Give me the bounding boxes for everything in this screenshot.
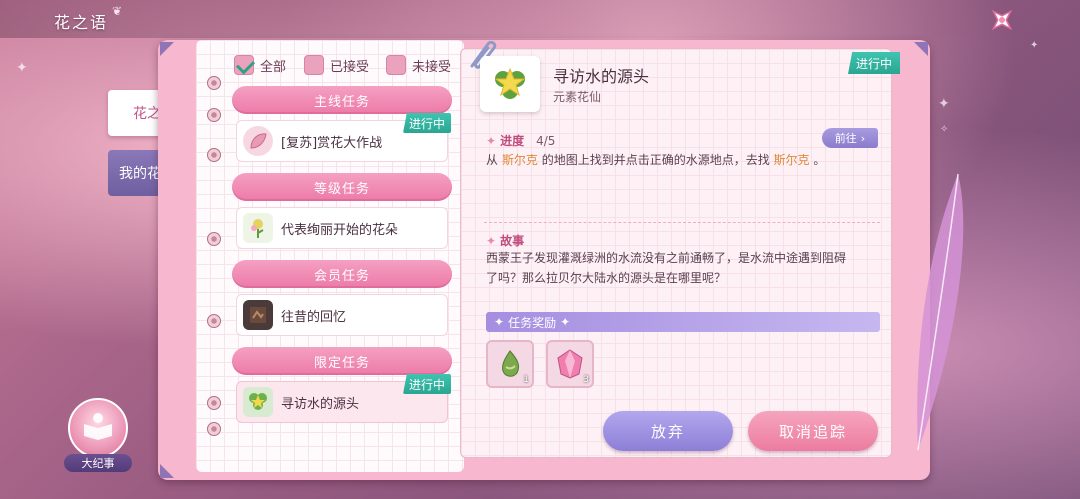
goto-label: 前往 <box>834 132 857 145</box>
story-label: 故事 <box>500 234 525 248</box>
close-icon <box>991 9 1013 31</box>
status-badge: 进行中 <box>402 113 451 133</box>
goto-button[interactable]: 前往 › <box>822 128 878 148</box>
binder-ring <box>207 76 221 90</box>
progress-section: ✦ 进度 4/5 <box>486 132 555 149</box>
chevron-right-icon: › <box>860 131 866 145</box>
checkbox-icon <box>234 55 254 75</box>
objective-text: 的地图上找到并点击正确的水源地点，去找 <box>541 153 770 167</box>
clover-star-icon <box>243 387 273 417</box>
story-line-2: 了吗？那么拉贝尔大陆水的源头是在哪里呢？ <box>486 271 727 285</box>
filter-all[interactable]: 全部 <box>234 55 286 75</box>
quest-detail-icon <box>480 56 540 112</box>
task-item-revival[interactable]: [复苏]赏花大作战 进行中 <box>236 113 451 162</box>
story-section: ✦ 故事 <box>486 232 524 249</box>
reward-count: 1 <box>523 375 529 385</box>
objective-text: 从 <box>486 153 499 167</box>
quill-icon <box>917 173 964 451</box>
filter-unaccepted-label: 未接受 <box>412 59 452 75</box>
checkbox-icon <box>304 55 324 75</box>
app-title: 花之语 <box>54 13 109 32</box>
divider <box>484 222 880 223</box>
sparkle-icon: ✧ <box>940 124 949 135</box>
green-seed-icon <box>502 350 520 377</box>
memoir-label: 大纪事 <box>64 454 132 472</box>
old-photo-icon <box>243 300 273 330</box>
pink-crystal-icon <box>557 349 583 379</box>
binder-ring <box>207 108 221 122</box>
close-button[interactable] <box>982 4 1022 36</box>
clover-star-icon <box>494 67 526 99</box>
sparkle-icon: ✦ <box>560 315 571 329</box>
sparkle-icon: ✦ <box>494 315 505 329</box>
memoir-book-icon <box>68 398 128 458</box>
task-item-water-source[interactable]: 寻访水的源头 进行中 <box>236 374 451 423</box>
sparkle-icon: ✦ <box>16 60 28 76</box>
task-name: 寻访水的源头 <box>281 396 360 412</box>
objective-npc-link: 斯尔克 <box>773 153 810 167</box>
reward-count: 3 <box>583 375 589 385</box>
filter-all-label: 全部 <box>260 59 287 75</box>
binder-ring <box>207 314 221 328</box>
sparkle-icon: ✦ <box>486 233 497 248</box>
petal-icon <box>243 126 273 156</box>
binder-ring <box>207 396 221 410</box>
filter-accepted-label: 已接受 <box>330 59 370 75</box>
progress-value: 4/5 <box>536 133 556 148</box>
task-item-past-memories[interactable]: 往昔的回忆 <box>236 294 448 336</box>
checkbox-icon <box>386 55 406 75</box>
quest-subtitle: 元素花仙 <box>553 90 602 104</box>
memoir-button[interactable]: 大纪事 <box>64 398 132 474</box>
task-name: [复苏]赏花大作战 <box>281 135 383 151</box>
abandon-button[interactable]: 放弃 <box>603 411 733 451</box>
filter-unaccepted[interactable]: 未接受 <box>386 55 451 75</box>
sparkle-icon: ✦ <box>1030 40 1039 51</box>
quest-title: 寻访水的源头 <box>553 67 650 86</box>
flower-bouquet-icon <box>243 213 273 243</box>
quest-objective: 从 斯尔克 的地图上找到并点击正确的水源地点，去找 斯尔克 。 <box>486 150 825 170</box>
binder-ring <box>207 232 221 246</box>
progress-label: 进度 <box>500 134 525 148</box>
reward-item[interactable]: 1 <box>486 340 534 388</box>
reward-item[interactable]: 3 <box>546 340 594 388</box>
category-level-quests[interactable]: 等级任务 <box>232 173 452 201</box>
objective-text: 。 <box>813 153 826 167</box>
category-member-quests[interactable]: 会员任务 <box>232 260 452 288</box>
objective-place-link: 斯尔克 <box>501 153 538 167</box>
category-limited-quests[interactable]: 限定任务 <box>232 347 452 375</box>
status-badge: 进行中 <box>402 374 451 394</box>
binder-ring <box>207 422 221 436</box>
top-bar: 花之语 ❦ <box>0 0 1080 38</box>
story-line-1: 西蒙王子发现灌溉绿洲的水流没有之前通畅了，是水流中途遇到阻碍 <box>486 251 847 265</box>
task-name: 代表绚丽开始的花朵 <box>281 222 399 238</box>
category-main-quests[interactable]: 主线任务 <box>232 86 452 114</box>
filter-accepted[interactable]: 已接受 <box>304 55 369 75</box>
flourish-icon: ❦ <box>112 4 123 18</box>
reward-label: 任务奖励 <box>508 315 557 330</box>
status-badge: 进行中 <box>848 52 901 74</box>
untrack-button[interactable]: 取消追踪 <box>748 411 878 451</box>
task-item-brilliant-flower[interactable]: 代表绚丽开始的花朵 <box>236 207 448 249</box>
binder-ring <box>207 148 221 162</box>
reward-header: ✦ 任务奖励 ✦ <box>486 312 880 332</box>
sparkle-icon: ✦ <box>938 96 950 112</box>
sparkle-icon: ✦ <box>486 133 497 148</box>
task-name: 往昔的回忆 <box>281 309 347 325</box>
